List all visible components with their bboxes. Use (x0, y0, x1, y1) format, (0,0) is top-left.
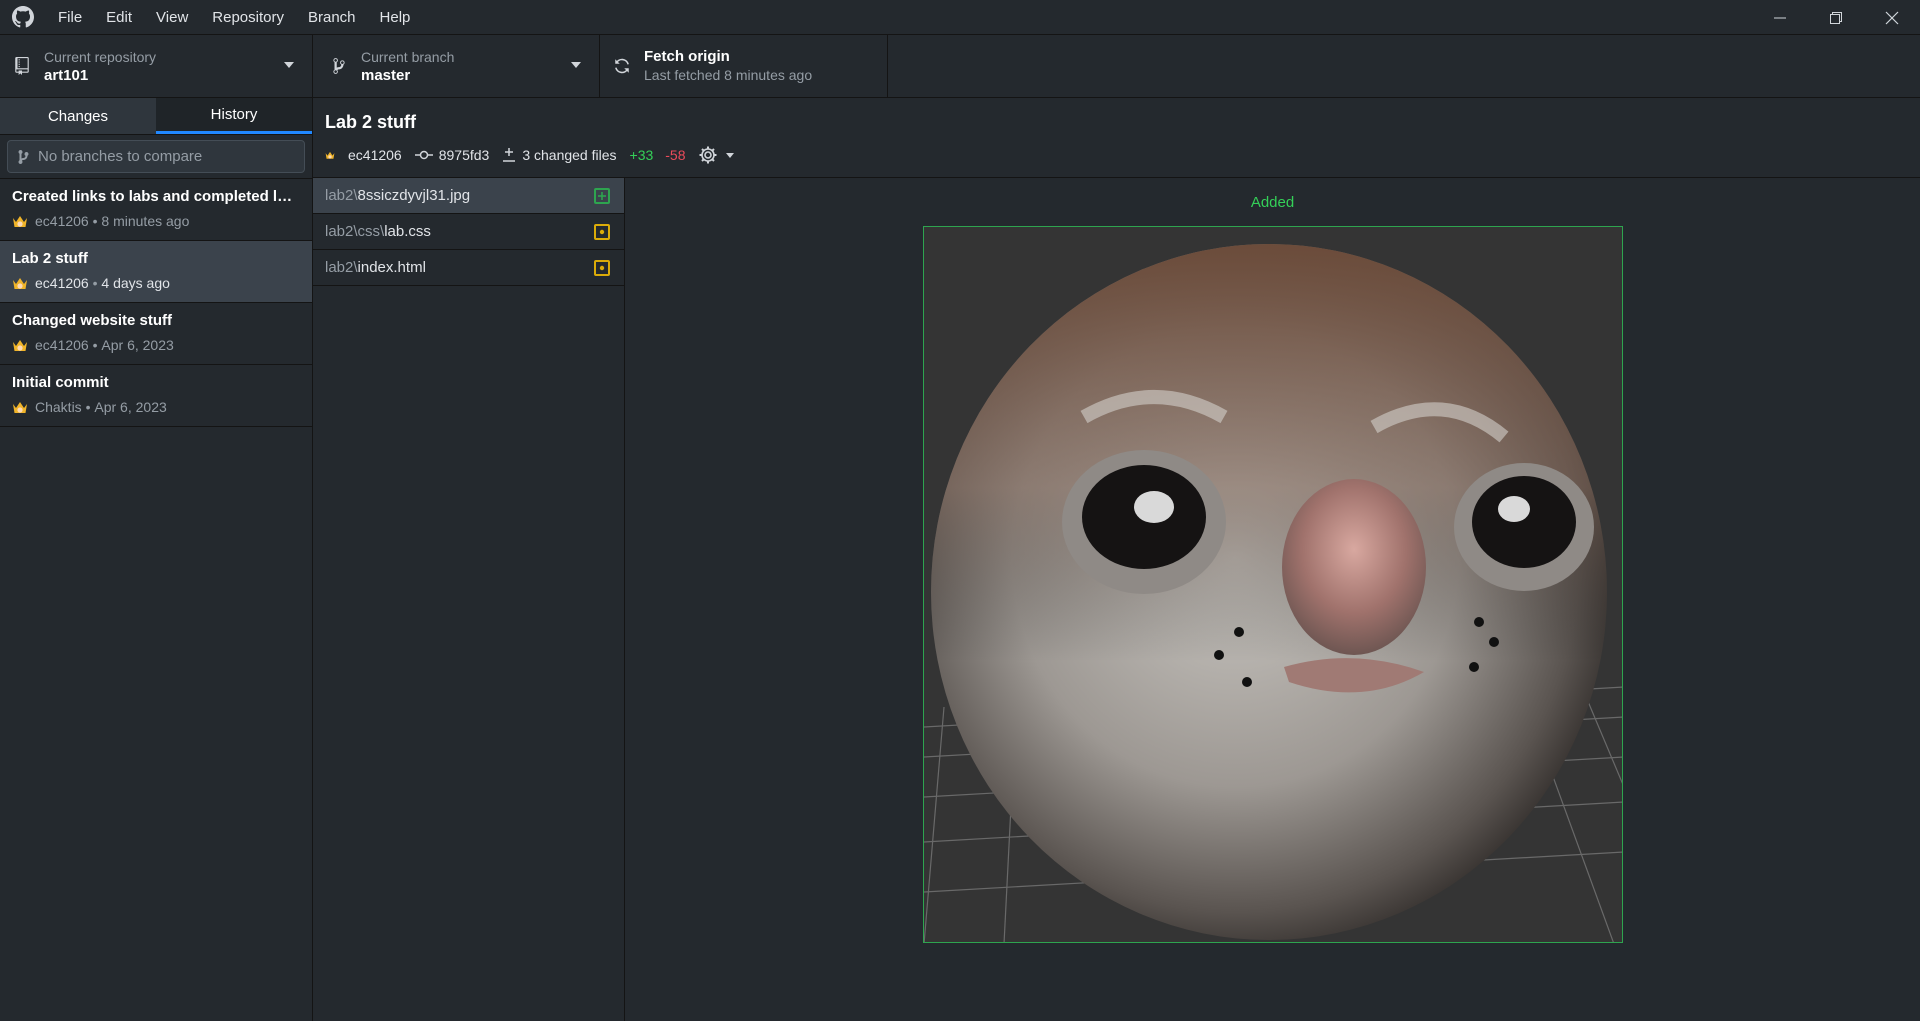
commit-author: ec41206 (35, 275, 89, 291)
file-name: 8ssiczdyvjl31.jpg (357, 187, 471, 204)
github-logo-icon (0, 0, 46, 35)
commit-item[interactable]: Created links to labs and completed lab … (0, 179, 312, 241)
file-modified-icon (594, 224, 610, 240)
tab-changes[interactable]: Changes (0, 98, 156, 134)
repo-icon (0, 57, 44, 75)
menu-repository[interactable]: Repository (200, 0, 296, 35)
file-added-icon (594, 188, 610, 204)
rendered-face-image (924, 227, 1622, 942)
commit-item[interactable]: Initial commit Chaktis • Apr 6, 2023 (0, 365, 312, 427)
commit-time: Apr 6, 2023 (101, 337, 174, 353)
commit-title: Created links to labs and completed lab … (12, 188, 300, 205)
file-row[interactable]: lab2\css\ lab.css (313, 214, 624, 250)
repo-name: art101 (44, 66, 89, 84)
avatar (12, 213, 28, 229)
commit-item[interactable]: Changed website stuff ec41206 • Apr 6, 2… (0, 303, 312, 365)
file-modified-icon (594, 260, 610, 276)
menu-edit[interactable]: Edit (94, 0, 144, 35)
gear-icon (699, 146, 716, 164)
commit-author: Chaktis (35, 399, 82, 415)
avatar (12, 337, 28, 353)
commit-icon (414, 150, 433, 160)
branch-compare-input[interactable]: No branches to compare (7, 140, 305, 173)
minimize-icon (1774, 17, 1786, 18)
menu-file[interactable]: File (46, 0, 94, 35)
commit-summary-title: Lab 2 stuff (325, 112, 417, 132)
commit-time: 8 minutes ago (101, 213, 190, 229)
repo-label: Current repository (44, 48, 157, 65)
image-preview (923, 226, 1623, 943)
file-dir: lab2\ (325, 187, 358, 204)
fetch-title: Fetch origin (644, 48, 730, 65)
menu-bar: File Edit View Repository Branch Help (46, 0, 422, 35)
commit-time: Apr 6, 2023 (94, 399, 167, 415)
file-dir: lab2\ (325, 259, 358, 276)
avatar (12, 275, 28, 291)
changed-files-count: 3 changed files (522, 147, 617, 163)
sidebar: Changes History No branches to compare C… (0, 98, 313, 1021)
branch-label: Current branch (361, 48, 455, 65)
tab-history[interactable]: History (156, 98, 312, 134)
branch-icon (18, 149, 29, 165)
avatar (325, 147, 341, 163)
file-name: index.html (357, 259, 426, 276)
commit-list: Created links to labs and completed lab … (0, 178, 312, 427)
commit-item[interactable]: Lab 2 stuff ec41206 • 4 days ago (0, 241, 312, 303)
close-button[interactable] (1864, 0, 1920, 35)
sync-icon (600, 57, 644, 75)
file-row[interactable]: lab2\ index.html (313, 250, 624, 286)
additions-count: +33 (629, 147, 654, 163)
restore-icon (1830, 11, 1842, 24)
branch-icon (317, 57, 361, 75)
current-repository-button[interactable]: Current repository art101 (0, 35, 313, 97)
file-dir: lab2\css\ (325, 223, 385, 240)
close-icon (1885, 11, 1899, 24)
changed-files-list: lab2\ 8ssiczdyvjl31.jpg lab2\css\ lab.css … (313, 178, 625, 1021)
chevron-down-icon (284, 62, 294, 68)
chevron-down-icon (725, 152, 734, 158)
window-controls (1752, 0, 1920, 35)
commit-time: 4 days ago (101, 275, 170, 291)
commit-summary-header: Lab 2 stuff ec41206 8975fd3 3 changed fi… (313, 98, 1920, 178)
chevron-down-icon (571, 62, 581, 68)
file-name: lab.css (384, 223, 431, 240)
title-bar: File Edit View Repository Branch Help (0, 0, 1920, 35)
deletions-count: -58 (665, 147, 686, 163)
toolbar: Current repository art101 Current branch… (0, 35, 1920, 98)
diff-settings-button[interactable] (698, 145, 734, 165)
menu-view[interactable]: View (144, 0, 200, 35)
fetch-status: Last fetched 8 minutes ago (644, 67, 813, 83)
restore-button[interactable] (1808, 0, 1864, 35)
fetch-origin-button[interactable]: Fetch origin Last fetched 8 minutes ago (600, 35, 888, 97)
commit-author: ec41206 (348, 147, 402, 163)
menu-branch[interactable]: Branch (296, 0, 368, 35)
commit-author: ec41206 (35, 337, 89, 353)
sidebar-tabs: Changes History (0, 98, 312, 135)
commit-sha-text: 8975fd3 (438, 147, 490, 163)
commit-title: Initial commit (12, 374, 109, 391)
avatar (12, 399, 28, 415)
minimize-button[interactable] (1752, 0, 1808, 35)
menu-help[interactable]: Help (368, 0, 423, 35)
image-diff-view: Added (625, 178, 1920, 1021)
commit-title: Changed website stuff (12, 312, 173, 329)
current-branch-button[interactable]: Current branch master (313, 35, 600, 97)
commit-author: ec41206 (35, 213, 89, 229)
diff-status-label: Added (1250, 194, 1295, 211)
commit-sha[interactable]: 8975fd3 (414, 147, 490, 163)
commit-title: Lab 2 stuff (12, 250, 88, 267)
diff-icon (503, 148, 516, 162)
file-row[interactable]: lab2\ 8ssiczdyvjl31.jpg (313, 178, 624, 214)
compare-placeholder: No branches to compare (38, 148, 203, 165)
branch-name: master (361, 66, 411, 84)
